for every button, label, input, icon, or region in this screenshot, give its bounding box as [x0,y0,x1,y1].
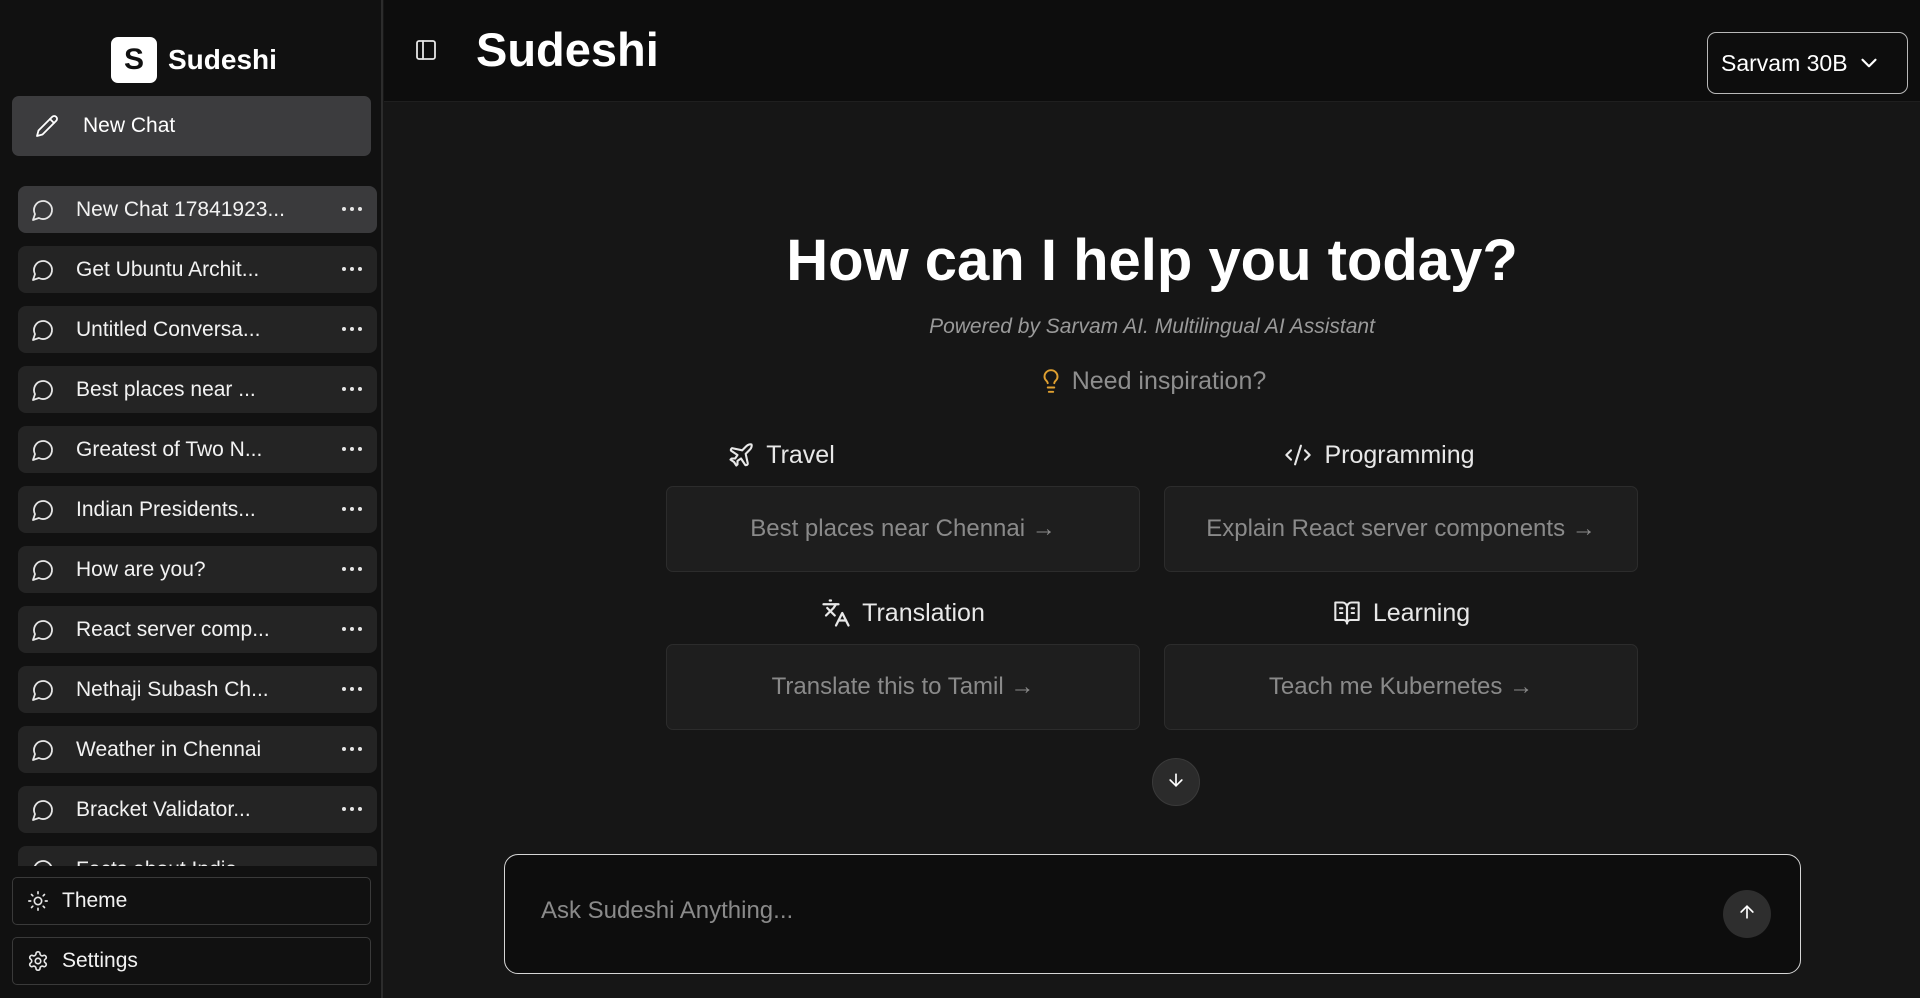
chat-item[interactable]: How are you? [18,546,377,593]
message-circle-icon [22,438,64,462]
chat-title: How are you? [76,557,206,581]
chat-item[interactable]: Indian Presidents... [18,486,377,533]
book-open-icon [1332,599,1362,627]
chat-title: Bracket Validator... [76,797,251,821]
category-programming: Programming [1142,435,1616,475]
prompt-card-travel[interactable]: Best places near Chennai → [666,486,1140,572]
brand-name: Sudeshi [168,44,277,75]
more-horizontal-icon[interactable] [335,372,369,406]
chat-item[interactable]: Bracket Validator... [18,786,377,833]
chat-item[interactable]: Nethaji Subash Ch... [18,666,377,713]
chat-item[interactable]: Facts about India [18,846,377,866]
chat-title: Best places near ... [76,377,256,401]
main-content: How can I help you today? Powered by Sar… [384,103,1920,998]
message-circle-icon [22,678,64,702]
message-circle-icon [22,858,64,866]
message-circle-icon [22,618,64,642]
prompt-card-learning[interactable]: Teach me Kubernetes → [1164,644,1638,730]
brand-logo: S [111,37,157,83]
more-horizontal-icon[interactable] [335,732,369,766]
arrow-up-icon [1737,902,1757,927]
scroll-down-button[interactable] [1152,758,1200,806]
more-horizontal-icon[interactable] [335,192,369,226]
category-label: Translation [862,598,985,627]
message-composer [504,854,1801,974]
theme-label: Theme [62,889,128,912]
sun-icon [25,890,51,912]
chat-title: Weather in Chennai [76,737,262,761]
model-selector[interactable]: Sarvam 30B [1707,32,1908,94]
chat-title: Get Ubuntu Archit... [76,257,260,281]
prompt-card-translation[interactable]: Translate this to Tamil → [666,644,1140,730]
category-travel: Travel [544,435,1018,475]
lightbulb-icon [1038,366,1064,396]
theme-button[interactable]: Theme [12,877,371,925]
chevron-down-icon [1856,50,1882,76]
send-button[interactable] [1723,890,1771,938]
chat-item[interactable]: Get Ubuntu Archit... [18,246,377,293]
model-selector-label: Sarvam 30B [1721,49,1848,76]
panel-left-icon [414,38,438,67]
chat-item[interactable]: Weather in Chennai [18,726,377,773]
top-header: Sudeshi Sarvam 30B [384,0,1920,102]
more-horizontal-icon[interactable] [335,312,369,346]
plane-icon [727,441,755,469]
brand[interactable]: S Sudeshi [111,37,277,83]
languages-icon [821,598,851,628]
sidebar-toggle-button[interactable] [408,34,444,70]
more-horizontal-icon[interactable] [335,612,369,646]
settings-label: Settings [62,949,138,972]
category-label: Travel [766,440,835,469]
message-circle-icon [22,258,64,282]
more-horizontal-icon[interactable] [335,252,369,286]
chat-title: New Chat 17841923... [76,197,285,221]
pencil-icon [23,102,71,150]
inspiration-text: Need inspiration? [1071,366,1267,395]
category-translation: Translation [666,593,1140,633]
more-horizontal-icon[interactable] [335,492,369,526]
more-horizontal-icon[interactable] [335,792,369,826]
new-chat-button[interactable]: New Chat [12,96,371,156]
message-circle-icon [22,498,64,522]
new-chat-label: New Chat [83,114,176,137]
chat-title: Untitled Conversa... [76,317,261,341]
chat-item[interactable]: New Chat 17841923... [18,186,377,233]
message-circle-icon [22,318,64,342]
category-label: Learning [1372,598,1471,627]
app-root: S Sudeshi New Chat New Chat 17841923... … [0,0,1920,998]
message-circle-icon [22,558,64,582]
sidebar: S Sudeshi New Chat New Chat 17841923... … [0,0,383,998]
welcome-heading: How can I help you today? [786,228,1518,293]
more-horizontal-icon[interactable] [335,672,369,706]
more-horizontal-icon[interactable] [335,552,369,586]
settings-button[interactable]: Settings [12,937,371,985]
prompt-card-programming[interactable]: Explain React server components → [1164,486,1638,572]
message-input[interactable] [541,889,1691,933]
chat-title: Nethaji Subash Ch... [76,677,269,701]
category-learning: Learning [1164,593,1638,633]
chat-item[interactable]: Untitled Conversa... [18,306,377,353]
code-icon [1283,441,1313,469]
category-label: Programming [1324,440,1475,469]
inspiration-label: Need inspiration? [384,366,1920,396]
chat-item[interactable]: Best places near ... [18,366,377,413]
chat-title: Greatest of Two N... [76,437,263,461]
chat-title: React server comp... [76,617,270,641]
message-circle-icon [22,798,64,822]
welcome-subtitle: Powered by Sarvam AI. Multilingual AI As… [929,315,1375,338]
chat-history-list[interactable]: New Chat 17841923... Get Ubuntu Archit..… [18,186,377,866]
arrow-down-icon [1166,770,1186,795]
more-horizontal-icon[interactable] [335,432,369,466]
gear-icon [25,950,51,972]
chat-title: Facts about India [76,858,326,867]
more-horizontal-icon[interactable] [335,852,369,866]
message-circle-icon [22,738,64,762]
message-circle-icon [22,378,64,402]
chat-item[interactable]: React server comp... [18,606,377,653]
chat-title: Indian Presidents... [76,497,256,521]
chat-item[interactable]: Greatest of Two N... [18,426,377,473]
page-title: Sudeshi [476,23,659,76]
message-circle-icon [22,198,64,222]
